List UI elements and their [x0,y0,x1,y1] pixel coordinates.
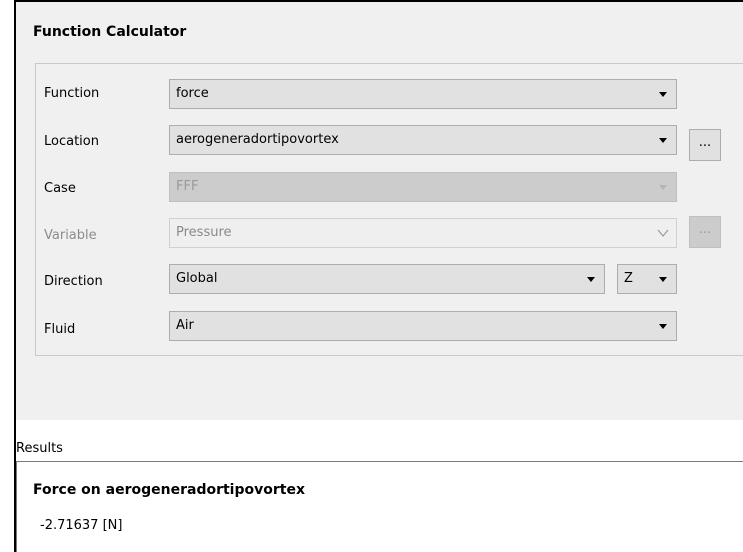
results-value: -2.71637 [N] [40,518,123,533]
case-label: Case [44,181,76,196]
variable-value: Pressure [176,225,232,240]
chevron-down-icon [659,92,667,97]
direction-select[interactable]: Global [169,264,605,294]
case-value: FFF [176,179,199,194]
chevron-down-icon [587,277,595,282]
fluid-select[interactable]: Air [169,311,677,341]
axis-value: Z [624,271,633,286]
function-value: force [176,86,209,101]
variable-select[interactable]: Pressure [169,218,677,248]
direction-label: Direction [44,274,103,289]
results-title: Force on aerogeneradortipovortex [33,482,305,498]
axis-select[interactable]: Z [617,264,677,294]
location-label: Location [44,134,99,149]
chevron-down-icon [659,277,667,282]
chevron-down-icon [659,324,667,329]
results-panel [16,461,743,552]
chevron-down-icon [657,229,669,237]
location-value: aerogeneradortipovortex [176,132,339,147]
chevron-down-icon [659,185,667,190]
results-label: Results [16,441,63,456]
fluid-label: Fluid [44,322,76,337]
panel-title: Function Calculator [33,24,187,40]
location-browse-button[interactable]: ... [689,129,721,161]
fluid-value: Air [176,318,194,333]
case-select[interactable]: FFF [169,172,677,202]
function-label: Function [44,86,100,101]
chevron-down-icon [659,138,667,143]
function-select[interactable]: force [169,79,677,109]
variable-browse-button[interactable]: ... [689,216,721,248]
direction-value: Global [176,271,218,286]
variable-label: Variable [44,228,97,243]
location-select[interactable]: aerogeneradortipovortex [169,125,677,155]
